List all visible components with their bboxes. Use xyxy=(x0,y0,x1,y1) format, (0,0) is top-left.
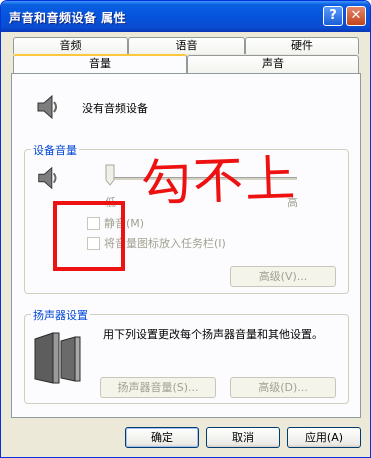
device-name: 没有音频设备 xyxy=(82,102,148,115)
speaker-settings-group: 扬声器设置 用下列设置更改每个扬声器音量和其他设置。 扬声器音量(S)... 高… xyxy=(24,307,349,404)
tab-volume[interactable]: 音量 xyxy=(13,54,187,73)
annotation-text: 勾不上 xyxy=(140,149,298,213)
speaker-advanced-button[interactable]: 高级(D)... xyxy=(230,377,336,398)
device-volume-title: 设备音量 xyxy=(31,142,79,158)
cancel-button[interactable]: 取消 xyxy=(206,427,280,448)
close-button[interactable]: ✕ xyxy=(346,6,366,26)
tab-sounds[interactable]: 声音 xyxy=(187,55,359,73)
ok-button[interactable]: 确定 xyxy=(125,427,199,448)
speakers-icon xyxy=(33,329,85,392)
properties-window: 声音和音频设备 属性 ? ✕ 音频 语音 硬件 音量 声音 没有音频设备 设备音… xyxy=(0,0,371,458)
help-button[interactable]: ? xyxy=(323,6,343,26)
annotation-rectangle xyxy=(53,201,125,271)
speaker-icon xyxy=(34,92,64,125)
speaker-volume-button[interactable]: 扬声器音量(S)... xyxy=(100,377,216,398)
tab-audio[interactable]: 音频 xyxy=(13,37,128,54)
tab-hardware[interactable]: 硬件 xyxy=(245,37,359,54)
volume-advanced-button[interactable]: 高级(V)... xyxy=(230,266,336,287)
apply-button[interactable]: 应用(A) xyxy=(287,427,361,448)
tab-strip: 音频 语音 硬件 音量 声音 xyxy=(11,37,361,73)
tab-voice[interactable]: 语音 xyxy=(128,37,245,54)
speaker-settings-title: 扬声器设置 xyxy=(31,307,90,323)
speaker-description: 用下列设置更改每个扬声器音量和其他设置。 xyxy=(103,328,323,341)
window-title: 声音和音频设备 属性 xyxy=(9,11,127,25)
title-bar[interactable]: 声音和音频设备 属性 ? ✕ xyxy=(1,1,370,32)
volume-slider-thumb[interactable] xyxy=(105,164,115,189)
volume-speaker-icon xyxy=(35,164,63,195)
